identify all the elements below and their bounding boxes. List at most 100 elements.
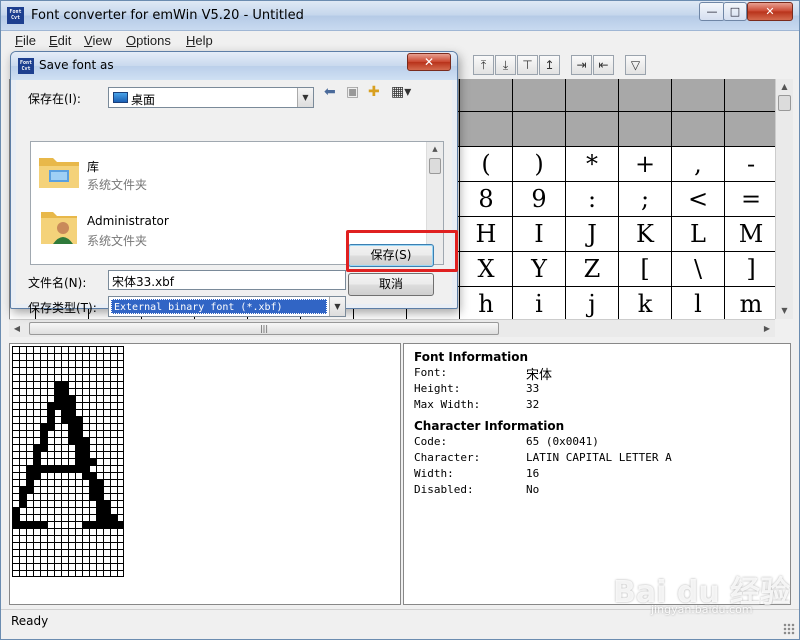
menu-view[interactable]: View <box>84 33 112 48</box>
char-cell[interactable]: ] <box>725 252 775 287</box>
char-cell[interactable]: < <box>672 182 725 217</box>
font-info-key: Height: <box>414 382 461 395</box>
menu-edit[interactable]: Edit <box>49 33 71 48</box>
new-folder-icon[interactable]: ✚ <box>368 84 380 100</box>
pixel-grid[interactable] <box>12 346 124 577</box>
font-info-key: Max Width: <box>414 398 481 411</box>
dialog-app-icon: Font Cvt <box>18 58 34 74</box>
dialog-title: Save font as <box>39 58 114 72</box>
char-cell[interactable]: j <box>566 287 619 319</box>
char-info-value: 65 (0x0041) <box>526 435 599 448</box>
file-type: 系统文件夹 <box>87 178 148 192</box>
scroll-thumb[interactable] <box>778 95 791 111</box>
char-cell[interactable]: l <box>672 287 725 319</box>
char-cell[interactable] <box>460 112 513 147</box>
char-cell[interactable]: \ <box>672 252 725 287</box>
filename-input[interactable]: 宋体33.xbf <box>108 270 346 290</box>
char-cell[interactable] <box>672 112 725 147</box>
char-cell[interactable]: ( <box>460 147 513 182</box>
char-cell[interactable]: ) <box>513 147 566 182</box>
char-cell[interactable] <box>619 79 672 112</box>
char-cell[interactable]: 8 <box>460 182 513 217</box>
grid-vertical-scrollbar[interactable]: ▲ ▼ <box>775 79 793 319</box>
char-cell[interactable]: Y <box>513 252 566 287</box>
dialog-close-button[interactable]: ✕ <box>407 53 451 71</box>
menu-file-mnemonic: F <box>15 33 23 48</box>
char-cell[interactable]: L <box>672 217 725 252</box>
menu-options[interactable]: Options <box>126 33 171 48</box>
view-menu-icon[interactable]: ▦▾ <box>391 84 411 100</box>
char-cell[interactable]: Z <box>566 252 619 287</box>
watermark-url: jingyan.baidu.com <box>651 603 753 616</box>
char-info-value: No <box>526 483 540 496</box>
char-info-heading: Character Information <box>414 419 565 433</box>
char-cell[interactable] <box>725 79 775 112</box>
scroll-left-icon[interactable]: ◀ <box>9 320 25 337</box>
char-cell[interactable]: k <box>619 287 672 319</box>
font-info-value: 宋体 <box>526 368 553 383</box>
menu-edit-rest: dit <box>57 33 72 48</box>
char-cell[interactable]: * <box>566 147 619 182</box>
scroll-right-icon[interactable]: ▶ <box>759 320 775 337</box>
char-cell[interactable]: ; <box>619 182 672 217</box>
char-cell[interactable]: J <box>566 217 619 252</box>
char-cell[interactable] <box>513 79 566 112</box>
scroll-thumb[interactable] <box>429 158 441 174</box>
char-cell[interactable]: M <box>725 217 775 252</box>
maximize-button[interactable]: □ <box>723 2 747 21</box>
hscroll-thumb[interactable]: ||| <box>29 322 499 335</box>
char-cell[interactable]: i <box>513 287 566 319</box>
chevron-down-icon[interactable]: ▼ <box>297 88 313 107</box>
char-cell[interactable]: = <box>725 182 775 217</box>
minimize-button[interactable]: — <box>699 2 725 21</box>
menu-file[interactable]: File <box>15 33 36 48</box>
char-cell[interactable]: m <box>725 287 775 319</box>
char-cell[interactable] <box>619 112 672 147</box>
char-cell[interactable] <box>566 79 619 112</box>
char-cell[interactable]: [ <box>619 252 672 287</box>
scroll-up-icon[interactable]: ▲ <box>776 79 793 95</box>
char-cell[interactable]: : <box>566 182 619 217</box>
char-cell[interactable]: K <box>619 217 672 252</box>
char-cell[interactable]: + <box>619 147 672 182</box>
resize-grip-icon[interactable] <box>783 623 795 635</box>
align-top-alt-icon[interactable]: ⊤ <box>517 55 538 75</box>
cancel-button[interactable]: 取消 <box>348 273 434 296</box>
grid-horizontal-scrollbar[interactable]: ◀ ||| ▶ <box>9 319 775 337</box>
align-bottom-icon[interactable]: ⤓ <box>495 55 516 75</box>
dialog-title-bar[interactable]: Font Cvt Save font as ✕ <box>11 52 457 80</box>
shift-right-icon[interactable]: ⇥ <box>571 55 592 75</box>
char-cell[interactable] <box>460 79 513 112</box>
char-cell[interactable]: I <box>513 217 566 252</box>
menu-help-mnemonic: H <box>186 33 196 48</box>
scroll-up-icon[interactable]: ▲ <box>427 142 443 156</box>
up-folder-icon[interactable]: ▣ <box>346 84 359 100</box>
char-cell[interactable]: - <box>725 147 775 182</box>
filetype-dropdown[interactable]: External binary font (*.xbf) ▼ <box>108 296 346 317</box>
char-cell[interactable] <box>513 112 566 147</box>
char-cell[interactable]: X <box>460 252 513 287</box>
glyph-bitmap-panel[interactable] <box>9 343 401 605</box>
menu-help[interactable]: Help <box>186 33 213 48</box>
scroll-down-icon[interactable]: ▼ <box>776 303 793 319</box>
filetype-label: 保存类型(T): <box>28 301 97 315</box>
char-cell[interactable] <box>725 112 775 147</box>
char-cell[interactable] <box>566 112 619 147</box>
list-item[interactable]: 库 系统文件夹 <box>35 146 415 200</box>
char-cell[interactable]: H <box>460 217 513 252</box>
char-cell[interactable] <box>672 79 725 112</box>
toolbar: ⤒ ⤓ ⊤ ↥ ⇥ ⇤ ▽ <box>461 55 799 77</box>
filter-icon[interactable]: ▽ <box>625 55 646 75</box>
char-cell[interactable]: h <box>460 287 513 319</box>
char-cell[interactable]: , <box>672 147 725 182</box>
user-folder-icon <box>41 212 77 244</box>
save-in-dropdown[interactable]: 桌面 ▼ <box>108 87 314 108</box>
char-cell[interactable]: 9 <box>513 182 566 217</box>
shift-left-icon[interactable]: ⇤ <box>593 55 614 75</box>
back-icon[interactable]: ⬅ <box>324 84 336 100</box>
close-button[interactable]: ✕ <box>747 2 793 21</box>
chevron-down-icon[interactable]: ▼ <box>329 297 345 316</box>
font-info-value: 32 <box>526 398 540 411</box>
align-top-icon[interactable]: ⤒ <box>473 55 494 75</box>
align-up-icon[interactable]: ↥ <box>539 55 560 75</box>
